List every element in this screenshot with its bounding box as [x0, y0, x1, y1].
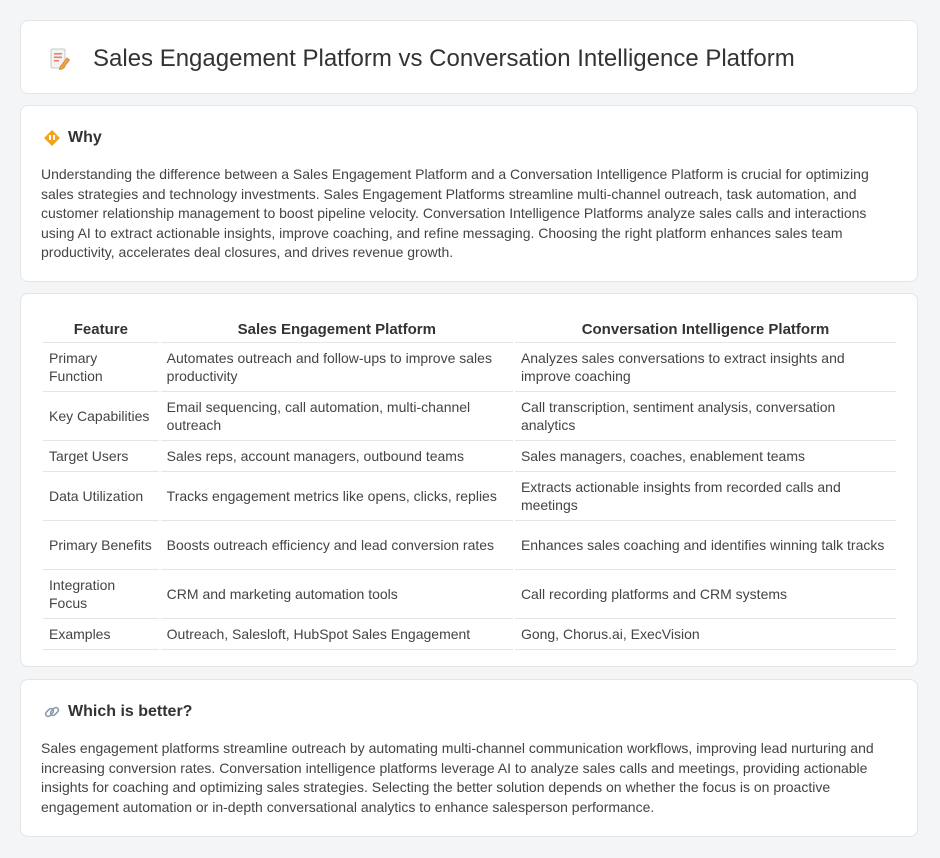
- link-icon: [43, 703, 61, 721]
- why-heading: Why: [43, 126, 102, 150]
- table-row: Integration Focus CRM and marketing auto…: [43, 570, 896, 619]
- feature-cell: Primary Function: [43, 343, 159, 392]
- conversation-intelligence-cell: Analyzes sales conversations to extract …: [514, 343, 896, 392]
- why-section: Why Understanding the difference between…: [20, 105, 918, 282]
- diamond-warning-icon: [43, 129, 61, 147]
- sales-engagement-cell: Outreach, Salesloft, HubSpot Sales Engag…: [160, 619, 513, 650]
- comparison-section: Feature Sales Engagement Platform Conver…: [20, 293, 918, 667]
- feature-cell: Target Users: [43, 441, 159, 472]
- sales-engagement-cell: Boosts outreach efficiency and lead conv…: [160, 521, 513, 570]
- header-sales-engagement: Sales Engagement Platform: [160, 314, 513, 343]
- feature-cell: Examples: [43, 619, 159, 650]
- table-row: Key Capabilities Email sequencing, call …: [43, 392, 896, 441]
- conversation-intelligence-cell: Enhances sales coaching and identifies w…: [514, 521, 896, 570]
- feature-cell: Integration Focus: [43, 570, 159, 619]
- sales-engagement-cell: Tracks engagement metrics like opens, cl…: [160, 472, 513, 521]
- conversation-intelligence-cell: Gong, Chorus.ai, ExecVision: [514, 619, 896, 650]
- conversation-intelligence-cell: Extracts actionable insights from record…: [514, 472, 896, 521]
- table-row: Primary Function Automates outreach and …: [43, 343, 896, 392]
- header-feature: Feature: [43, 314, 159, 343]
- table-row: Data Utilization Tracks engagement metri…: [43, 472, 896, 521]
- conversation-intelligence-cell: Sales managers, coaches, enablement team…: [514, 441, 896, 472]
- sales-engagement-cell: Automates outreach and follow-ups to imp…: [160, 343, 513, 392]
- table-row: Target Users Sales reps, account manager…: [43, 441, 896, 472]
- header-conversation-intelligence: Conversation Intelligence Platform: [514, 314, 896, 343]
- page-title: Sales Engagement Platform vs Conversatio…: [93, 45, 795, 72]
- table-row: Primary Benefits Boosts outreach efficie…: [43, 521, 896, 570]
- better-heading: Which is better?: [43, 700, 192, 724]
- title-card: Sales Engagement Platform vs Conversatio…: [20, 20, 918, 94]
- feature-cell: Data Utilization: [43, 472, 159, 521]
- why-title: Why: [68, 129, 102, 146]
- conversation-intelligence-cell: Call recording platforms and CRM systems: [514, 570, 896, 619]
- feature-cell: Key Capabilities: [43, 392, 159, 441]
- better-title: Which is better?: [68, 703, 193, 720]
- document-edit-icon: [47, 47, 71, 71]
- which-better-section: Which is better? Sales engagement platfo…: [20, 679, 918, 837]
- table-header-row: Feature Sales Engagement Platform Conver…: [43, 314, 896, 343]
- conversation-intelligence-cell: Call transcription, sentiment analysis, …: [514, 392, 896, 441]
- table-row: Examples Outreach, Salesloft, HubSpot Sa…: [43, 619, 896, 650]
- feature-cell: Primary Benefits: [43, 521, 159, 570]
- comparison-table: Feature Sales Engagement Platform Conver…: [41, 314, 898, 650]
- why-text: Understanding the difference between a S…: [41, 166, 869, 260]
- sales-engagement-cell: CRM and marketing automation tools: [160, 570, 513, 619]
- better-text: Sales engagement platforms streamline ou…: [41, 740, 874, 815]
- sales-engagement-cell: Email sequencing, call automation, multi…: [160, 392, 513, 441]
- sales-engagement-cell: Sales reps, account managers, outbound t…: [160, 441, 513, 472]
